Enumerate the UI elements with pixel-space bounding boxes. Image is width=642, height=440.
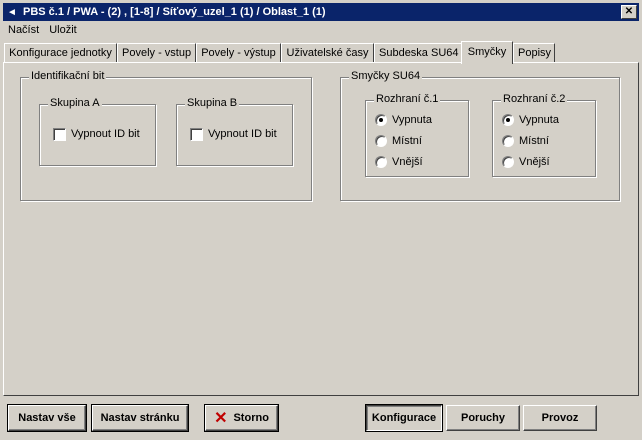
configuration-button[interactable]: Konfigurace <box>365 404 443 432</box>
close-button[interactable]: ✕ <box>621 5 637 19</box>
group-b-box: Skupina B Vypnout ID bit <box>176 97 293 166</box>
tab-unit-configuration[interactable]: Konfigurace jednotky <box>4 43 117 63</box>
group-b-disable-id-checkbox[interactable] <box>190 128 203 141</box>
set-page-button[interactable]: Nastav stránku <box>91 404 189 432</box>
tab-subboard-su64[interactable]: Subdeska SU64 <box>374 43 462 63</box>
interface2-off-radio[interactable] <box>502 114 514 126</box>
main-window: ◄ PBS č.1 / PWA - (2) , [1-8] / Síťový_u… <box>0 0 642 440</box>
tab-descriptions[interactable]: Popisy <box>513 43 555 63</box>
window-title: PBS č.1 / PWA - (2) , [1-8] / Síťový_uze… <box>23 6 326 18</box>
id-bit-group: Identifikační bit Skupina A Vypnout ID b… <box>20 70 312 201</box>
tab-panel-loops: Identifikační bit Skupina A Vypnout ID b… <box>3 62 639 396</box>
group-a-title: Skupina A <box>48 97 102 109</box>
interface1-box: Rozhraní č.1 Vypnuta Místní Vnější <box>365 93 469 177</box>
interface2-off-label: Vypnuta <box>519 114 559 126</box>
interface1-local-label: Místní <box>392 135 422 147</box>
interface2-box: Rozhraní č.2 Vypnuta Místní Vnější <box>492 93 596 177</box>
tab-loops[interactable]: Smyčky <box>461 41 513 64</box>
loops-su64-title: Smyčky SU64 <box>349 70 423 82</box>
interface2-local-label: Místní <box>519 135 549 147</box>
interface1-external-radio[interactable] <box>375 156 387 168</box>
interface2-local-radio[interactable] <box>502 135 514 147</box>
group-a-disable-id-checkbox[interactable] <box>53 128 66 141</box>
interface2-external-radio[interactable] <box>502 156 514 168</box>
app-icon: ◄ <box>7 6 17 18</box>
id-bit-group-title: Identifikační bit <box>29 70 107 82</box>
group-b-checkbox-label: Vypnout ID bit <box>208 128 277 140</box>
group-a-checkbox-label: Vypnout ID bit <box>71 128 140 140</box>
operation-button[interactable]: Provoz <box>523 405 597 431</box>
interface2-title: Rozhraní č.2 <box>501 93 568 105</box>
interface1-off-label: Vypnuta <box>392 114 432 126</box>
cancel-button-label: Storno <box>233 412 269 424</box>
loops-su64-group: Smyčky SU64 Rozhraní č.1 Vypnuta Místní … <box>340 70 620 201</box>
set-all-button[interactable]: Nastav vše <box>7 404 87 432</box>
tab-user-times[interactable]: Uživatelské časy <box>281 43 374 63</box>
faults-button[interactable]: Poruchy <box>446 405 520 431</box>
cancel-button[interactable]: ✕ Storno <box>204 404 279 432</box>
cancel-x-icon: ✕ <box>214 410 228 427</box>
interface1-external-label: Vnější <box>392 156 423 168</box>
menu-save[interactable]: Uložit <box>44 22 82 40</box>
interface1-off-radio[interactable] <box>375 114 387 126</box>
group-a-box: Skupina A Vypnout ID bit <box>39 97 156 166</box>
group-b-title: Skupina B <box>185 97 240 109</box>
menu-bar: Načíst Uložit <box>3 22 82 40</box>
tab-commands-output[interactable]: Povely - výstup <box>196 43 281 63</box>
title-bar: ◄ PBS č.1 / PWA - (2) , [1-8] / Síťový_u… <box>3 3 639 21</box>
tab-commands-input[interactable]: Povely - vstup <box>117 43 196 63</box>
interface1-local-radio[interactable] <box>375 135 387 147</box>
menu-load[interactable]: Načíst <box>3 22 44 40</box>
interface1-title: Rozhraní č.1 <box>374 93 441 105</box>
interface2-external-label: Vnější <box>519 156 550 168</box>
